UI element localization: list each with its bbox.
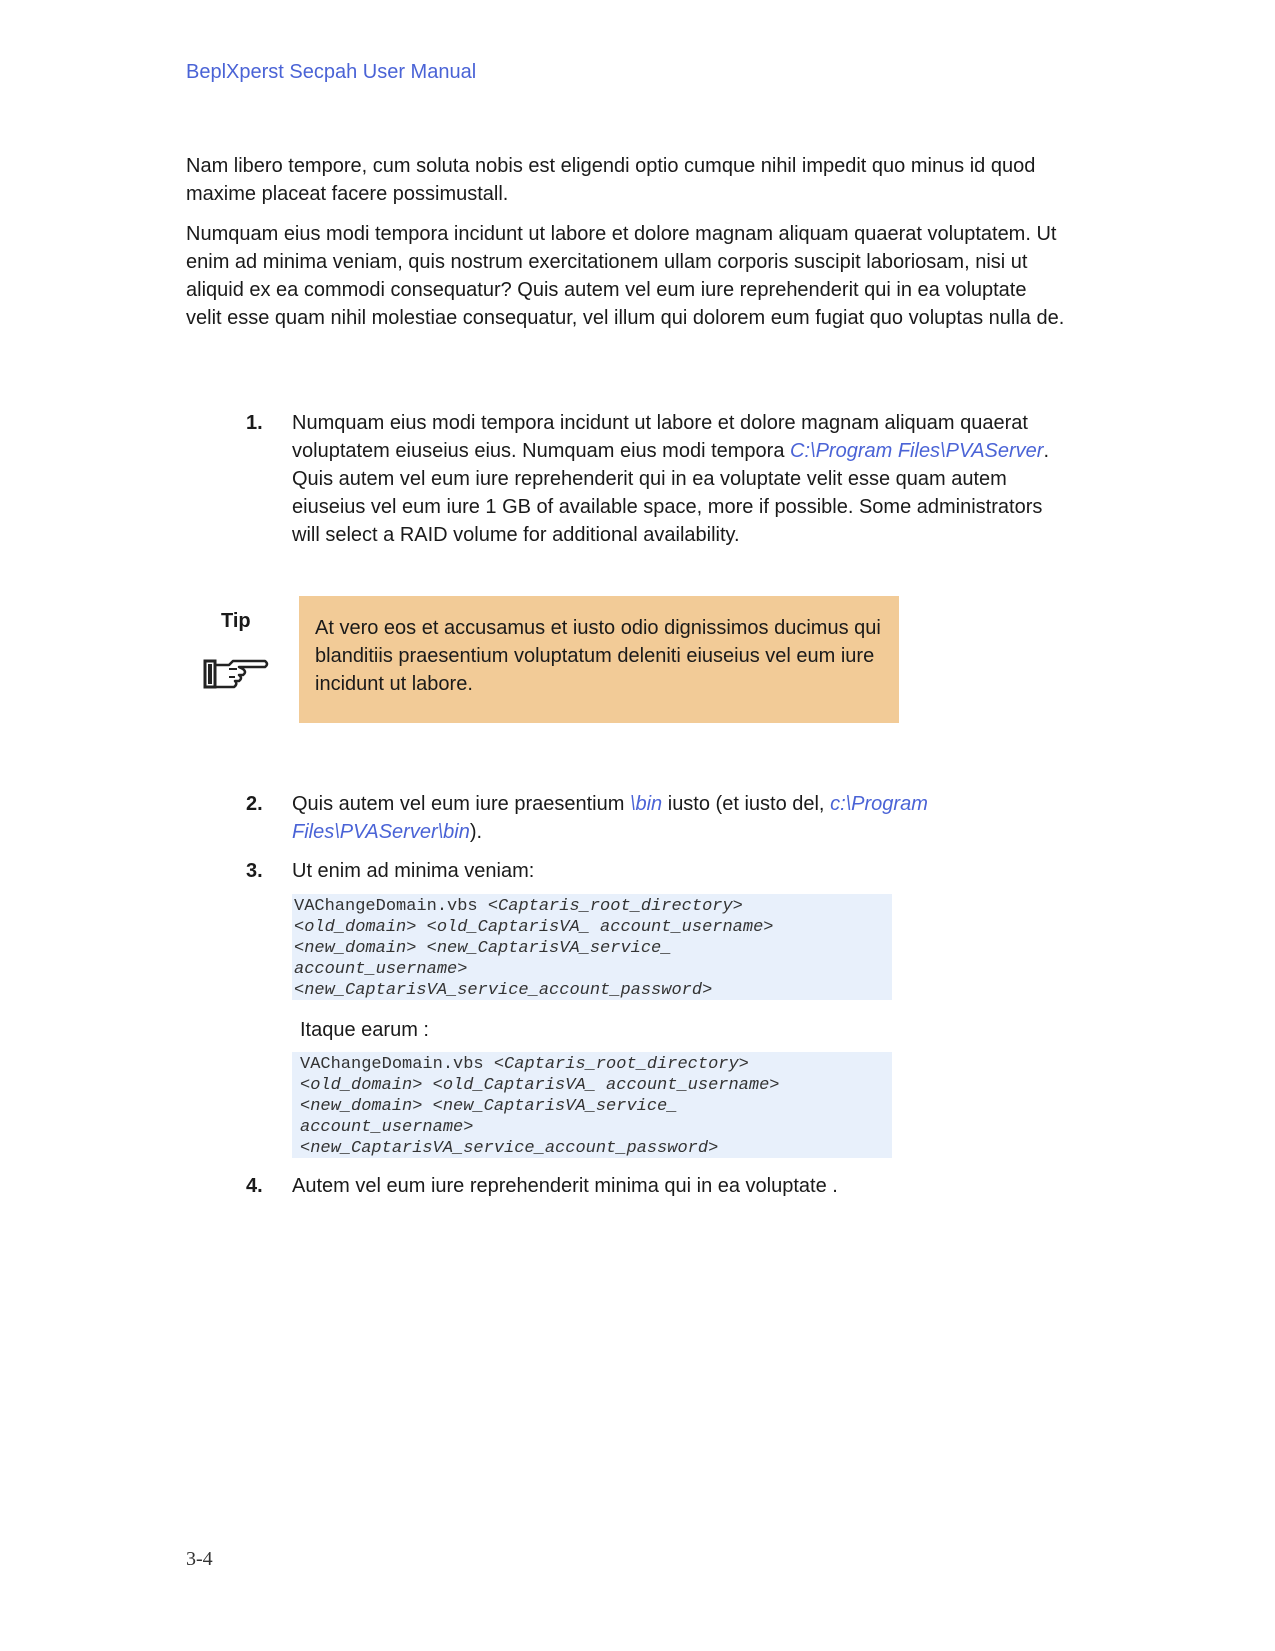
step-text: Quis autem vel eum iure praesentium \bin… xyxy=(292,793,928,843)
running-header-title: BeplXperst Secpah User Manual xyxy=(186,61,477,83)
tip-text: At vero eos et accusamus et iusto odio d… xyxy=(315,617,881,695)
step-number: 2. xyxy=(246,793,263,815)
step-number: 4. xyxy=(246,1175,263,1197)
step-text: Ut enim ad minima veniam: xyxy=(292,860,535,882)
page-number: 3-4 xyxy=(186,1548,213,1570)
pointing-hand-icon xyxy=(203,659,269,689)
intro-paragraph-1: Nam libero tempore, cum soluta nobis est… xyxy=(186,155,1036,205)
intro-paragraph-2: Numquam eius modi tempora incidunt ut la… xyxy=(186,223,1065,329)
code-block-2: VAChangeDomain.vbs <Captaris_root_direct… xyxy=(292,1052,892,1158)
code-block-1: VAChangeDomain.vbs <Captaris_root_direct… xyxy=(292,894,892,1000)
itaque-text: Itaque earum : xyxy=(300,1019,429,1041)
path-link: \bin xyxy=(629,793,663,815)
path-link: C:\Program Files\PVAServer xyxy=(790,440,1044,462)
step-number: 3. xyxy=(246,860,263,882)
step-text: Autem vel eum iure reprehenderit minima … xyxy=(292,1175,838,1197)
tip-label: Tip xyxy=(221,610,251,632)
step-text: Numquam eius modi tempora incidunt ut la… xyxy=(292,412,1050,546)
step-number: 1. xyxy=(246,412,263,434)
tip-callout: At vero eos et accusamus et iusto odio d… xyxy=(299,596,899,723)
